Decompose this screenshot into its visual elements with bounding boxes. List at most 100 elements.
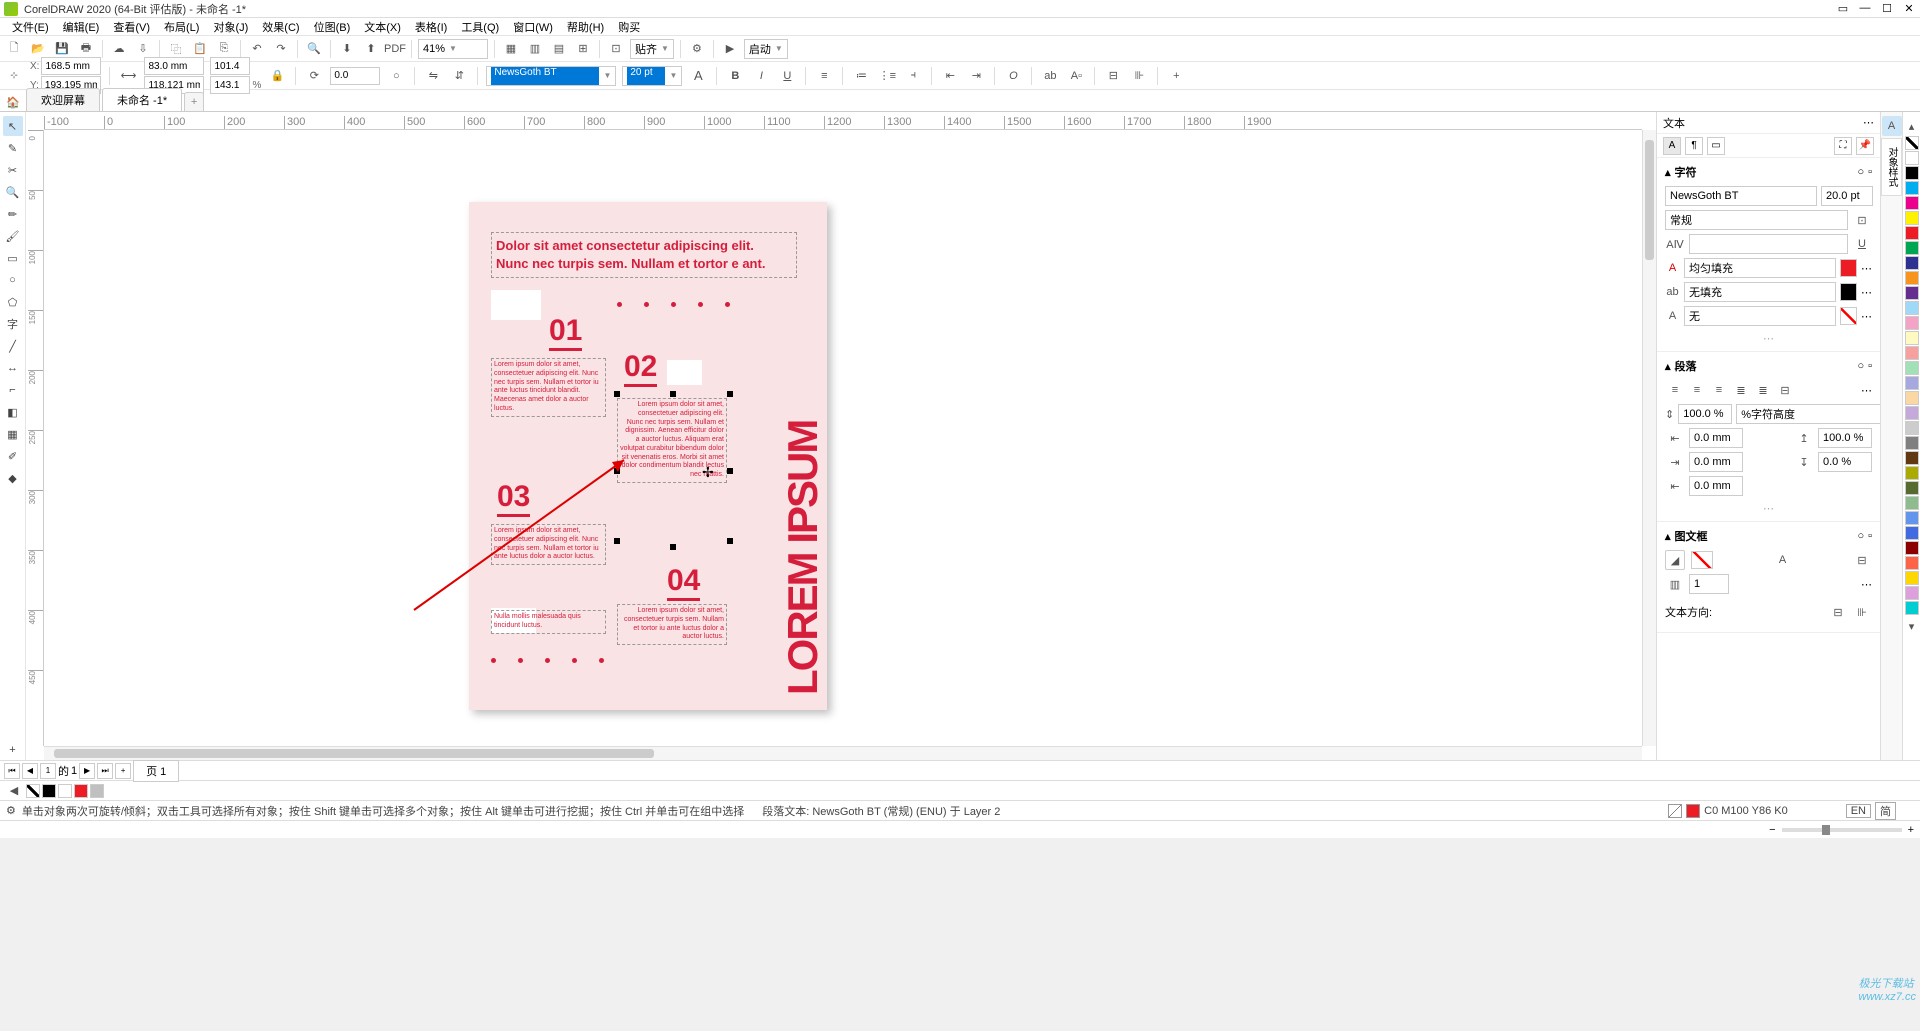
menu-table[interactable]: 表格(I) [409,19,453,35]
open-icon[interactable]: 📂 [28,39,48,59]
snap-combo[interactable]: 贴齐▼ [630,39,674,59]
color-swatch[interactable] [1905,541,1919,555]
text-block[interactable]: Lorem ipsum dolor sit amet, consectetuer… [491,358,606,417]
docker-font-input[interactable] [1665,186,1817,206]
number-04[interactable]: 04 [667,564,700,601]
eyedropper-tool-icon[interactable]: ✐ [3,446,23,466]
connector-tool-icon[interactable]: ⌐ [3,380,23,400]
next-page-icon[interactable]: ▶ [79,763,95,779]
units-icon[interactable]: ○ [386,66,406,86]
shape-tool-icon[interactable]: ✎ [3,138,23,158]
add-prop-icon[interactable]: + [1166,66,1186,86]
paste-icon[interactable]: 📋 [190,39,210,59]
new-icon[interactable]: 🗋 [4,39,24,59]
bullets-icon[interactable]: ≔ [851,66,871,86]
align-more-icon[interactable]: ⋯ [1861,384,1872,397]
cloud-up-icon[interactable]: ☁ [109,39,129,59]
page-tab[interactable]: 页 1 [133,760,179,782]
italic-icon[interactable]: I [751,66,771,86]
dropcap-icon[interactable]: ⫞ [903,66,923,86]
menu-edit[interactable]: 编辑(E) [57,19,106,35]
text-docker-tab-icon[interactable]: A [1882,116,1902,136]
color-swatch[interactable] [1905,331,1919,345]
docker-size-input[interactable] [1821,186,1873,206]
color-swatch[interactable] [1905,601,1919,615]
fill-type-input[interactable] [1684,258,1836,278]
palette-down-icon[interactable]: ▾ [1902,616,1920,636]
bg-fill-input[interactable] [1684,282,1836,302]
ime-indicator[interactable]: 简 [1875,802,1896,820]
align-icon[interactable]: ≡ [814,66,834,86]
columns-input[interactable] [1689,574,1729,594]
rulers-icon[interactable]: ▥ [525,39,545,59]
menu-bitmap[interactable]: 位图(B) [308,19,357,35]
palette-up-icon[interactable]: ▴ [1902,116,1920,136]
shadow-tool-icon[interactable]: ◧ [3,402,23,422]
export-icon[interactable]: ⬆ [361,39,381,59]
underline-style-icon[interactable]: U [1852,234,1872,254]
dimension-tool-icon[interactable]: ↔ [3,358,23,378]
tab-welcome[interactable]: 欢迎屏幕 [26,88,100,111]
indent-left-input[interactable] [1689,428,1743,448]
selection-handle[interactable] [670,544,676,550]
fill-tool-icon[interactable]: ◆ [3,468,23,488]
ellipse-tool-icon[interactable]: ○ [3,270,23,290]
expand-icon[interactable]: ⛶ [1834,137,1852,155]
outline-color-swatch[interactable] [1840,307,1857,325]
import-icon[interactable]: ⬇ [337,39,357,59]
indent-right-input[interactable] [1689,452,1743,472]
collapse-icon[interactable]: ▴ [1665,360,1671,373]
guides-icon[interactable]: ⊞ [573,39,593,59]
line-tool-icon[interactable]: ╱ [3,336,23,356]
home-icon[interactable]: 🏠 [4,93,22,111]
indent-dec-icon[interactable]: ⇤ [940,66,960,86]
zoom-in-icon[interactable]: + [1908,824,1914,836]
reset-icon[interactable]: ○ [1857,360,1864,372]
selection-handle[interactable] [670,391,676,397]
align-center-icon[interactable]: ≡ [1687,380,1707,400]
print-icon[interactable]: 🖶 [76,39,96,59]
color-swatch[interactable] [1905,421,1919,435]
color-swatch[interactable] [1905,481,1919,495]
pin-icon[interactable]: 📌 [1856,137,1874,155]
gear-icon[interactable]: ⚙ [6,804,16,817]
more-icon[interactable]: ▫ [1868,530,1872,542]
options-icon[interactable]: ⚙ [687,39,707,59]
prev-page-icon[interactable]: ◀ [22,763,38,779]
text-dir-v-icon[interactable]: ⊪ [1129,66,1149,86]
docker-menu-icon[interactable]: ⋯ [1863,116,1874,129]
undo-icon[interactable]: ↶ [247,39,267,59]
pos-x-input[interactable] [41,57,101,75]
char-format-icon[interactable]: O [1003,66,1023,86]
redo-icon[interactable]: ↷ [271,39,291,59]
frame-color-swatch[interactable] [1691,551,1713,569]
color-swatch[interactable] [1905,586,1919,600]
ruler-horizontal[interactable]: -100010020030040050060070080090010001100… [44,112,1642,130]
menu-view[interactable]: 查看(V) [107,19,156,35]
crop-tool-icon[interactable]: ✂ [3,160,23,180]
font-combo[interactable]: NewsGoth BT▼ [486,66,616,86]
minimize-icon[interactable]: — [1858,2,1872,15]
para-tab-icon[interactable]: ¶ [1685,137,1703,155]
number-03[interactable]: 03 [497,480,530,517]
fontsize-combo[interactable]: 20 pt▼ [622,66,682,86]
selection-handle[interactable] [727,391,733,397]
color-swatch[interactable] [1905,211,1919,225]
header-text[interactable]: Dolor sit amet consectetur adipiscing el… [491,232,797,278]
maximize-icon[interactable]: ☐ [1880,2,1894,15]
text-box-icon[interactable]: ab [1040,66,1060,86]
color-swatch[interactable] [1905,436,1919,450]
launch-icon[interactable]: ▶ [720,39,740,59]
scale-x-input[interactable] [210,57,250,75]
launch-combo[interactable]: 启动▼ [744,39,788,59]
before-para-input[interactable] [1818,428,1872,448]
color-swatch[interactable] [1905,316,1919,330]
align-none-icon[interactable]: ⊟ [1775,380,1795,400]
number-02[interactable]: 02 [624,350,657,387]
color-swatch[interactable] [1905,196,1919,210]
pdf-icon[interactable]: PDF [385,39,405,59]
cloud-down-icon[interactable]: ⇩ [133,39,153,59]
outline-input[interactable] [1684,306,1836,326]
dir-v-icon[interactable]: ⊪ [1852,602,1872,622]
color-swatch[interactable] [1905,181,1919,195]
